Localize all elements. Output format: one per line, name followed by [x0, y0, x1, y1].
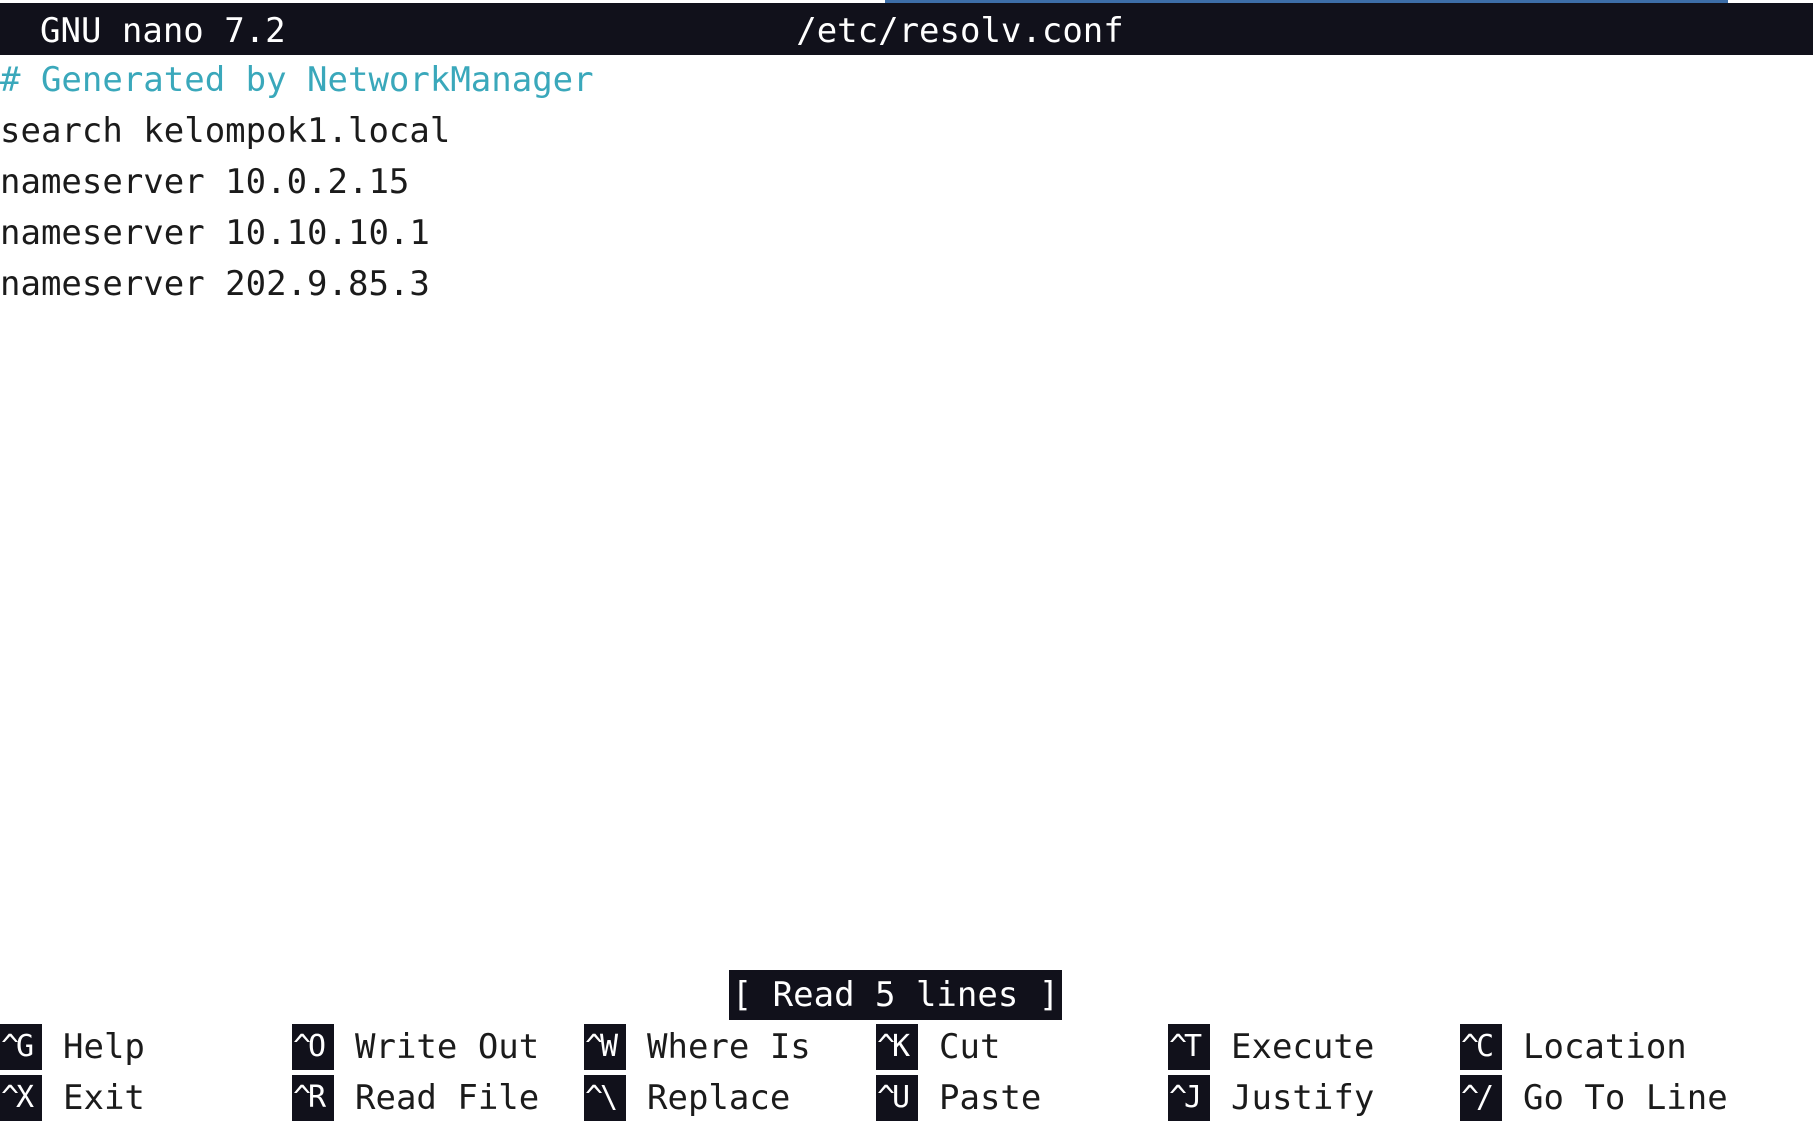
- shortcut-paste[interactable]: ^U Paste: [876, 1075, 1041, 1121]
- shortcut-label: Cut: [939, 1027, 1001, 1067]
- shortcut-label: Justify: [1231, 1078, 1375, 1118]
- shortcut-read-file[interactable]: ^R Read File: [292, 1075, 539, 1121]
- shortcut-label: Write Out: [355, 1027, 540, 1067]
- shortcut-execute[interactable]: ^T Execute: [1168, 1024, 1374, 1070]
- shortcut-replace[interactable]: ^\ Replace: [584, 1075, 790, 1121]
- shortcut-label: Help: [63, 1027, 145, 1067]
- shortcut-label: Read File: [355, 1078, 540, 1118]
- editor-line-4[interactable]: nameserver 10.10.10.1: [0, 208, 430, 259]
- shortcut-key: ^T: [1168, 1024, 1210, 1070]
- shortcut-where-is[interactable]: ^W Where Is: [584, 1024, 811, 1070]
- shortcut-key: ^/: [1460, 1075, 1502, 1121]
- shortcut-key: ^U: [876, 1075, 918, 1121]
- shortcut-key: ^R: [292, 1075, 334, 1121]
- editor-buffer[interactable]: # Generated by NetworkManager search kel…: [0, 55, 1813, 955]
- status-message: [ Read 5 lines ]: [729, 970, 1062, 1020]
- shortcut-location[interactable]: ^C Location: [1460, 1024, 1687, 1070]
- shortcut-help[interactable]: ^G Help: [0, 1024, 145, 1070]
- nano-title-bar: GNU nano 7.2 /etc/resolv.conf: [0, 3, 1813, 55]
- shortcut-key: ^J: [1168, 1075, 1210, 1121]
- shortcut-key: ^C: [1460, 1024, 1502, 1070]
- shortcut-label: Where Is: [647, 1027, 811, 1067]
- shortcut-key: ^G: [0, 1024, 42, 1070]
- shortcut-go-to-line[interactable]: ^/ Go To Line: [1460, 1075, 1728, 1121]
- shortcut-label: Execute: [1231, 1027, 1375, 1067]
- shortcut-cut[interactable]: ^K Cut: [876, 1024, 1000, 1070]
- shortcut-key: ^K: [876, 1024, 918, 1070]
- editor-line-5[interactable]: nameserver 202.9.85.3: [0, 259, 430, 310]
- app-version-title: GNU nano 7.2: [40, 11, 286, 51]
- shortcut-key: ^\: [584, 1075, 626, 1121]
- shortcut-label: Exit: [63, 1078, 145, 1118]
- shortcut-key: ^X: [0, 1075, 42, 1121]
- editor-line-2[interactable]: search kelompok1.local: [0, 106, 450, 157]
- shortcut-label: Replace: [647, 1078, 791, 1118]
- shortcut-justify[interactable]: ^J Justify: [1168, 1075, 1374, 1121]
- shortcut-label: Paste: [939, 1078, 1042, 1118]
- shortcut-key: ^O: [292, 1024, 334, 1070]
- shortcut-key: ^W: [584, 1024, 626, 1070]
- editor-line-3[interactable]: nameserver 10.0.2.15: [0, 157, 409, 208]
- shortcut-label: Location: [1523, 1027, 1687, 1067]
- editor-line-1[interactable]: # Generated by NetworkManager: [0, 55, 594, 106]
- shortcut-label: Go To Line: [1523, 1078, 1728, 1118]
- shortcut-exit[interactable]: ^X Exit: [0, 1075, 145, 1121]
- shortcut-write-out[interactable]: ^O Write Out: [292, 1024, 539, 1070]
